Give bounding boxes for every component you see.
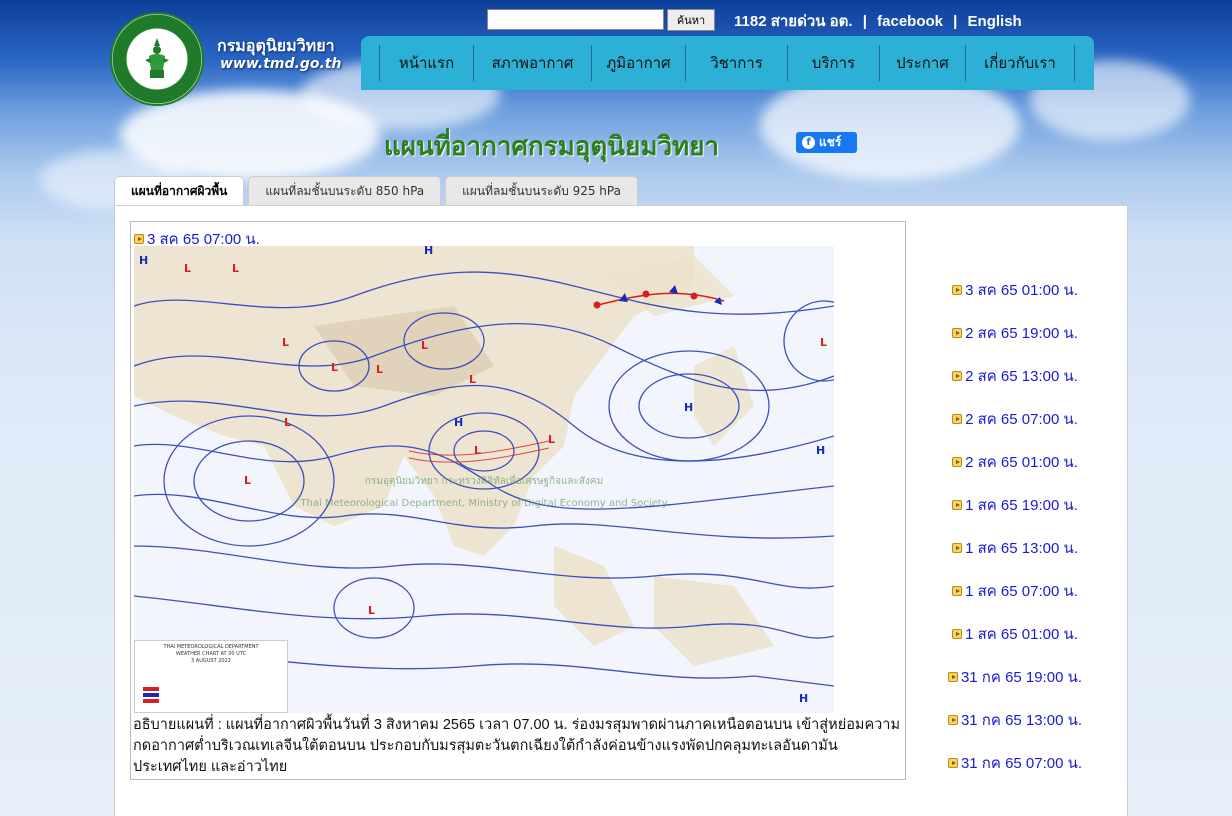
svg-text:L: L bbox=[331, 361, 338, 374]
tab-925hpa[interactable]: แผนที่ลมชั้นบนระดับ 925 hPa bbox=[445, 176, 638, 206]
list-item-label: 1 สค 65 07:00 น. bbox=[965, 582, 1078, 600]
map-history-list: 3 สค 65 01:00 น. 2 สค 65 19:00 น. 2 สค 6… bbox=[930, 268, 1100, 784]
arrow-bullet-icon bbox=[952, 327, 963, 338]
list-item-label: 31 กค 65 13:00 น. bbox=[960, 711, 1083, 729]
english-link[interactable]: English bbox=[968, 13, 1022, 30]
svg-text:L: L bbox=[368, 604, 375, 617]
list-item-label: 2 สค 65 19:00 น. bbox=[965, 324, 1078, 342]
nav-item-services[interactable]: บริการ bbox=[787, 45, 879, 81]
list-item-label: 2 สค 65 01:00 น. bbox=[965, 453, 1078, 471]
hotline-link[interactable]: 1182 สายด่วน อต. bbox=[734, 13, 853, 30]
nav-item-about[interactable]: เกี่ยวกับเรา bbox=[965, 45, 1075, 81]
svg-text:H: H bbox=[139, 254, 148, 267]
arrow-bullet-icon bbox=[134, 234, 144, 244]
list-item-label: 1 สค 65 13:00 น. bbox=[965, 539, 1078, 557]
watermark-thai: กรมอุตุนิยมวิทยา กระทรวงดิจิทัลเพื่อเศรษ… bbox=[365, 473, 603, 487]
list-item[interactable]: 2 สค 65 13:00 น. bbox=[930, 354, 1100, 397]
tab-surface-map[interactable]: แผนที่อากาศผิวพื้น bbox=[114, 176, 245, 206]
search-input[interactable] bbox=[487, 9, 664, 30]
list-item[interactable]: 2 สค 65 07:00 น. bbox=[930, 397, 1100, 440]
facebook-link[interactable]: facebook bbox=[877, 13, 943, 30]
separator: | bbox=[862, 13, 867, 30]
deity-emblem-icon bbox=[145, 38, 169, 78]
separator: | bbox=[953, 13, 958, 30]
svg-text:L: L bbox=[232, 262, 239, 275]
legend-line1: THAI METEOROLOGICAL DEPARTMENT bbox=[163, 644, 259, 650]
list-item[interactable]: 31 กค 65 19:00 น. bbox=[930, 655, 1100, 698]
svg-text:H: H bbox=[799, 692, 808, 705]
svg-text:L: L bbox=[376, 363, 383, 376]
svg-text:L: L bbox=[282, 336, 289, 349]
list-item[interactable]: 2 สค 65 01:00 น. bbox=[930, 440, 1100, 483]
share-label: แชร์ bbox=[819, 135, 842, 149]
map-tabs: แผนที่อากาศผิวพื้น แผนที่ลมชั้นบนระดับ 8… bbox=[114, 176, 638, 206]
svg-text:L: L bbox=[244, 474, 251, 487]
site-header: กรมอุตุนิยมวิทยา www.tmd.go.th ค้นหา 118… bbox=[0, 0, 1232, 106]
list-item-label: 31 กค 65 07:00 น. bbox=[960, 754, 1083, 772]
legend-line3: 3 AUGUST 2022 bbox=[191, 658, 231, 664]
list-item[interactable]: 2 สค 65 19:00 น. bbox=[930, 311, 1100, 354]
facebook-icon: f bbox=[802, 136, 815, 149]
site-url[interactable]: www.tmd.go.th bbox=[220, 56, 341, 72]
nav-item-announcements[interactable]: ประกาศ bbox=[879, 45, 965, 81]
svg-text:L: L bbox=[421, 339, 428, 352]
nav-item-climate[interactable]: ภูมิอากาศ bbox=[591, 45, 685, 81]
arrow-bullet-icon bbox=[947, 714, 958, 725]
list-item-label: 3 สค 65 01:00 น. bbox=[965, 281, 1078, 299]
svg-text:H: H bbox=[684, 401, 693, 414]
list-item-label: 2 สค 65 07:00 น. bbox=[965, 410, 1078, 428]
nav-item-home[interactable]: หน้าแรก bbox=[379, 45, 473, 81]
svg-text:L: L bbox=[284, 416, 291, 429]
svg-text:L: L bbox=[474, 444, 481, 457]
arrow-bullet-icon bbox=[952, 456, 963, 467]
map-description: อธิบายแผนที่ : แผนที่อากาศผิวพื้นวันที่ … bbox=[133, 717, 901, 775]
list-item-label: 2 สค 65 13:00 น. bbox=[965, 367, 1078, 385]
arrow-bullet-icon bbox=[947, 757, 958, 768]
svg-text:H: H bbox=[454, 416, 463, 429]
list-item-label: 1 สค 65 01:00 น. bbox=[965, 625, 1078, 643]
watermark-english: Thai Meteorological Department, Ministry… bbox=[299, 498, 667, 509]
arrow-bullet-icon bbox=[952, 628, 963, 639]
svg-text:L: L bbox=[184, 262, 191, 275]
list-item[interactable]: 31 กค 65 07:00 น. bbox=[930, 741, 1100, 784]
arrow-bullet-icon bbox=[952, 370, 963, 381]
chart-legend: THAI METEOROLOGICAL DEPARTMENT WEATHER C… bbox=[134, 640, 288, 713]
nav-item-academic[interactable]: วิชาการ bbox=[685, 45, 787, 81]
arrow-bullet-icon bbox=[952, 413, 963, 424]
list-item[interactable]: 1 สค 65 19:00 น. bbox=[930, 483, 1100, 526]
tmd-logo[interactable] bbox=[110, 12, 204, 106]
list-item[interactable]: 31 กค 65 13:00 น. bbox=[930, 698, 1100, 741]
list-item-label: 1 สค 65 19:00 น. bbox=[965, 496, 1078, 514]
svg-text:L: L bbox=[469, 373, 476, 386]
arrow-bullet-icon bbox=[952, 284, 963, 295]
svg-text:L: L bbox=[548, 433, 555, 446]
svg-text:H: H bbox=[816, 444, 825, 457]
arrow-bullet-icon bbox=[952, 585, 963, 596]
svg-text:H: H bbox=[424, 246, 433, 257]
main-nav: หน้าแรก สภาพอากาศ ภูมิอากาศ วิชาการ บริก… bbox=[361, 36, 1094, 90]
list-item-label: 31 กค 65 19:00 น. bbox=[960, 668, 1083, 686]
tmd-small-logo-icon bbox=[143, 687, 159, 703]
list-item[interactable]: 1 สค 65 13:00 น. bbox=[930, 526, 1100, 569]
page-title: แผนที่อากาศกรมอุตุนิยมวิทยา bbox=[384, 132, 720, 162]
list-item[interactable]: 1 สค 65 01:00 น. bbox=[930, 612, 1100, 655]
top-links: 1182 สายด่วน อต. | facebook | English bbox=[734, 9, 1028, 33]
nav-item-weather[interactable]: สภาพอากาศ bbox=[473, 45, 591, 81]
legend-line2: WEATHER CHART AT 00 UTC bbox=[175, 651, 247, 657]
arrow-bullet-icon bbox=[947, 671, 958, 682]
list-item[interactable]: 1 สค 65 07:00 น. bbox=[930, 569, 1100, 612]
arrow-bullet-icon bbox=[952, 542, 963, 553]
list-item[interactable]: 3 สค 65 01:00 น. bbox=[930, 268, 1100, 311]
search-button[interactable]: ค้นหา bbox=[667, 9, 715, 31]
arrow-bullet-icon bbox=[952, 499, 963, 510]
tab-850hpa[interactable]: แผนที่ลมชั้นบนระดับ 850 hPa bbox=[248, 176, 442, 206]
svg-text:L: L bbox=[820, 336, 827, 349]
facebook-share-button[interactable]: f แชร์ bbox=[796, 132, 857, 153]
